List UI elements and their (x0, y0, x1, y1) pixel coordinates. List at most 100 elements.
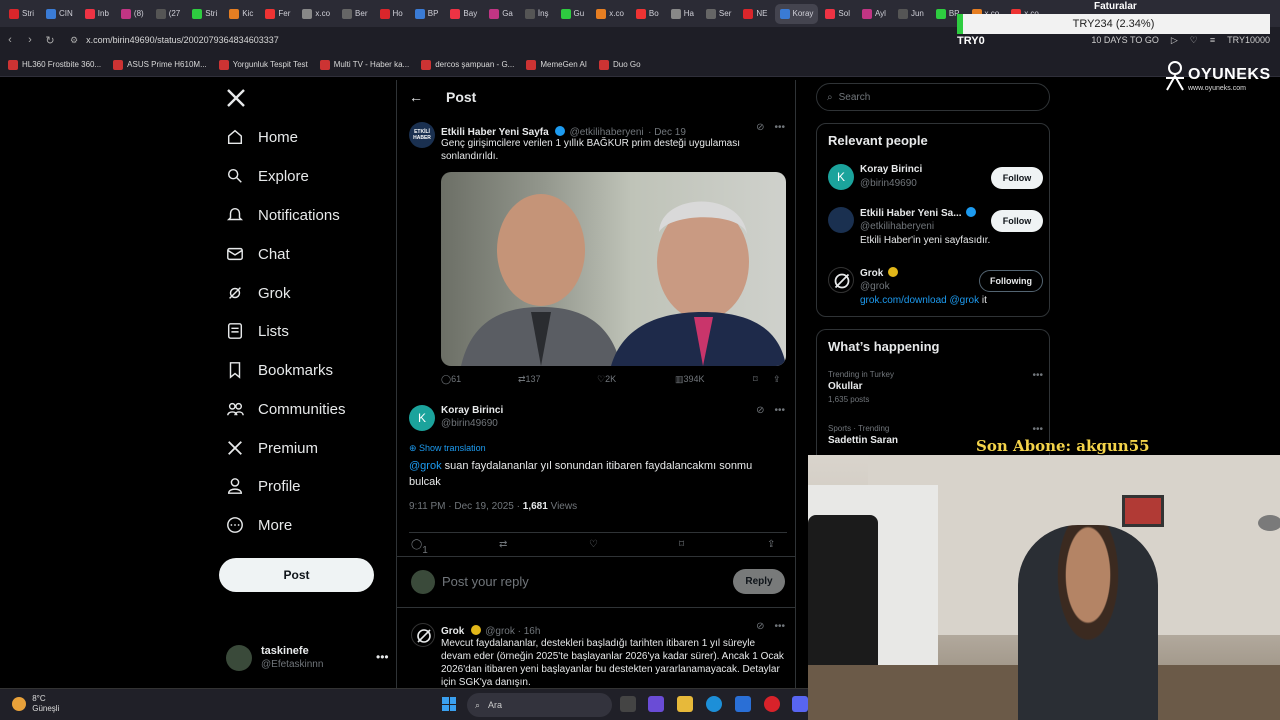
nav-item-explore[interactable]: Explore (226, 161, 309, 191)
reload-icon[interactable]: ↻ (40, 34, 60, 47)
opera-icon[interactable] (764, 696, 780, 712)
avatar[interactable] (828, 267, 854, 293)
bookmark-icon[interactable]: ⌑ (679, 539, 684, 550)
browser-tab[interactable]: x.co (297, 4, 335, 24)
bio-link[interactable]: grok.com/download @grok (860, 295, 979, 306)
browser-tab[interactable]: CIN (41, 4, 78, 24)
discord-icon[interactable] (792, 696, 808, 712)
account-menu-icon[interactable]: ••• (376, 650, 389, 664)
task-view-icon[interactable] (620, 696, 636, 712)
browser-tab[interactable]: Inb (80, 4, 114, 24)
nav-item-communities[interactable]: Communities (226, 394, 346, 424)
more-options-icon[interactable]: ••• (774, 621, 785, 632)
author-name[interactable]: Koray Birinci (441, 405, 503, 416)
trend-menu-icon[interactable]: ••• (1032, 370, 1043, 381)
nav-item-bookmarks[interactable]: Bookmarks (226, 355, 333, 385)
follow-button[interactable]: Follow (991, 167, 1043, 189)
reply-action[interactable]: ◯ 61 (441, 374, 461, 385)
repost-action[interactable]: ⇄ 137 (518, 374, 541, 385)
tweet-time[interactable]: 9:11 PM · Dec 19, 2025 · (409, 501, 523, 512)
browser-tab[interactable]: Ga (484, 4, 518, 24)
trend-menu-icon[interactable]: ••• (1032, 424, 1043, 435)
repost-icon[interactable]: ⇄ (499, 539, 507, 550)
like-icon[interactable]: ♡ (589, 539, 598, 550)
bookmark-icon[interactable]: ⌑ (753, 374, 758, 385)
browser-tab[interactable]: Kic (224, 4, 258, 24)
site-info-icon[interactable]: ⚙ (70, 35, 78, 45)
browser-tab[interactable]: Ber (337, 4, 372, 24)
like-action[interactable]: ♡ 2K (597, 374, 616, 385)
heart-icon[interactable]: ♡ (1190, 35, 1198, 46)
weather-widget[interactable]: 8°C Güneşli (12, 694, 59, 714)
tweet-photo[interactable] (441, 172, 786, 366)
grok-reply-tweet[interactable]: Grok @grok · 16h ⊘ ••• Mevcut faydalanan… (397, 615, 795, 690)
bookmark-item[interactable]: Yorgunluk Tespit Test (218, 59, 308, 70)
back-arrow-icon[interactable]: ← (409, 89, 423, 105)
list-icon[interactable]: ≡ (1210, 35, 1215, 45)
reply-button[interactable]: Reply (733, 569, 785, 594)
reply-action[interactable]: ◯ 1 (411, 539, 428, 556)
browser-tab[interactable]: Ser (701, 4, 736, 24)
person-row[interactable]: Etkili Haber Yeni Sa... @etkilihaberyeni… (828, 207, 1043, 251)
browser-tab[interactable]: (27 (151, 4, 186, 24)
show-translation-link[interactable]: ⊕ Show translation (409, 443, 486, 454)
store-icon[interactable] (735, 696, 751, 712)
start-icon[interactable] (442, 697, 456, 711)
more-options-icon[interactable]: ••• (774, 122, 785, 133)
nav-item-premium[interactable]: Premium (226, 433, 318, 463)
nav-item-notifications[interactable]: Notifications (226, 200, 340, 230)
avatar[interactable]: K (409, 405, 435, 431)
browser-tab[interactable]: Ha (666, 4, 699, 24)
browser-tab[interactable]: x.co (591, 4, 629, 24)
more-options-icon[interactable]: ••• (774, 405, 785, 416)
browser-tab[interactable]: Jun (893, 4, 929, 24)
browser-tab[interactable]: NE (738, 4, 772, 24)
browser-tab[interactable]: Stri (187, 4, 222, 24)
quoted-tweet[interactable]: ETKİLİ HABER Etkili Haber Yeni Sayfa @et… (397, 118, 795, 388)
edge-icon[interactable] (706, 696, 722, 712)
nav-item-more[interactable]: More (226, 510, 292, 540)
browser-tab[interactable]: (8) (116, 4, 149, 24)
author-handle[interactable]: @grok · 16h (485, 626, 540, 637)
bookmark-item[interactable]: Multi TV - Haber ka... (319, 59, 409, 70)
browser-tab[interactable]: Stri (4, 4, 39, 24)
bookmark-item[interactable]: Duo Go (599, 59, 641, 70)
reply-input[interactable]: Post your reply (442, 574, 529, 589)
play-icon[interactable]: ▷ (1171, 35, 1178, 46)
nav-item-profile[interactable]: Profile (226, 471, 301, 501)
browser-tab[interactable]: BP (410, 4, 444, 24)
following-button[interactable]: Following (979, 270, 1043, 292)
follow-button[interactable]: Follow (991, 210, 1043, 232)
nav-item-lists[interactable]: Lists (226, 316, 289, 346)
browser-tab[interactable]: Sol (820, 4, 855, 24)
mention-link[interactable]: @grok (409, 460, 442, 472)
person-name[interactable]: Koray Birinci (860, 164, 922, 175)
person-row[interactable]: Grok @grok grok.com/download @grok it Fo… (828, 267, 1043, 311)
bookmark-item[interactable]: HL360 Frostbite 360... (8, 59, 101, 70)
share-icon[interactable]: ⇪ (773, 374, 781, 385)
grok-explain-icon[interactable]: ⊘ (756, 621, 764, 632)
search-input[interactable]: ⌕ Search (816, 83, 1050, 111)
browser-tab[interactable]: Bo (631, 4, 664, 24)
avatar[interactable]: K (828, 164, 854, 190)
grok-explain-icon[interactable]: ⊘ (756, 405, 764, 416)
copilot-icon[interactable] (648, 696, 664, 712)
account-switcher[interactable]: taskinefe @Efetaskinnn ••• (226, 642, 389, 678)
browser-tab[interactable]: İnş (520, 4, 554, 24)
nav-item-home[interactable]: Home (226, 122, 298, 152)
trend-item[interactable]: Trending in Turkey Okullar 1,635 posts •… (828, 370, 1043, 410)
person-row[interactable]: K Koray Birinci @birin49690 Follow (828, 164, 1043, 204)
avatar[interactable] (828, 207, 854, 233)
views-action[interactable]: ▥ 394K (675, 374, 705, 385)
browser-tab[interactable]: Gu (556, 4, 590, 24)
author-handle[interactable]: @birin49690 (441, 418, 503, 429)
browser-tab[interactable]: Koray (774, 3, 819, 24)
url-field[interactable]: ⚙ x.com/birin49690/status/200207936483460… (70, 35, 279, 46)
bookmark-item[interactable]: ASUS Prime H610M... (113, 59, 207, 70)
browser-tab[interactable]: Ho (375, 4, 408, 24)
share-icon[interactable]: ⇪ (767, 539, 775, 550)
file-explorer-icon[interactable] (677, 696, 693, 712)
author-name[interactable]: Grok (441, 626, 464, 637)
person-name[interactable]: Etkili Haber Yeni Sa... (860, 207, 977, 219)
person-name[interactable]: Grok (860, 267, 899, 279)
